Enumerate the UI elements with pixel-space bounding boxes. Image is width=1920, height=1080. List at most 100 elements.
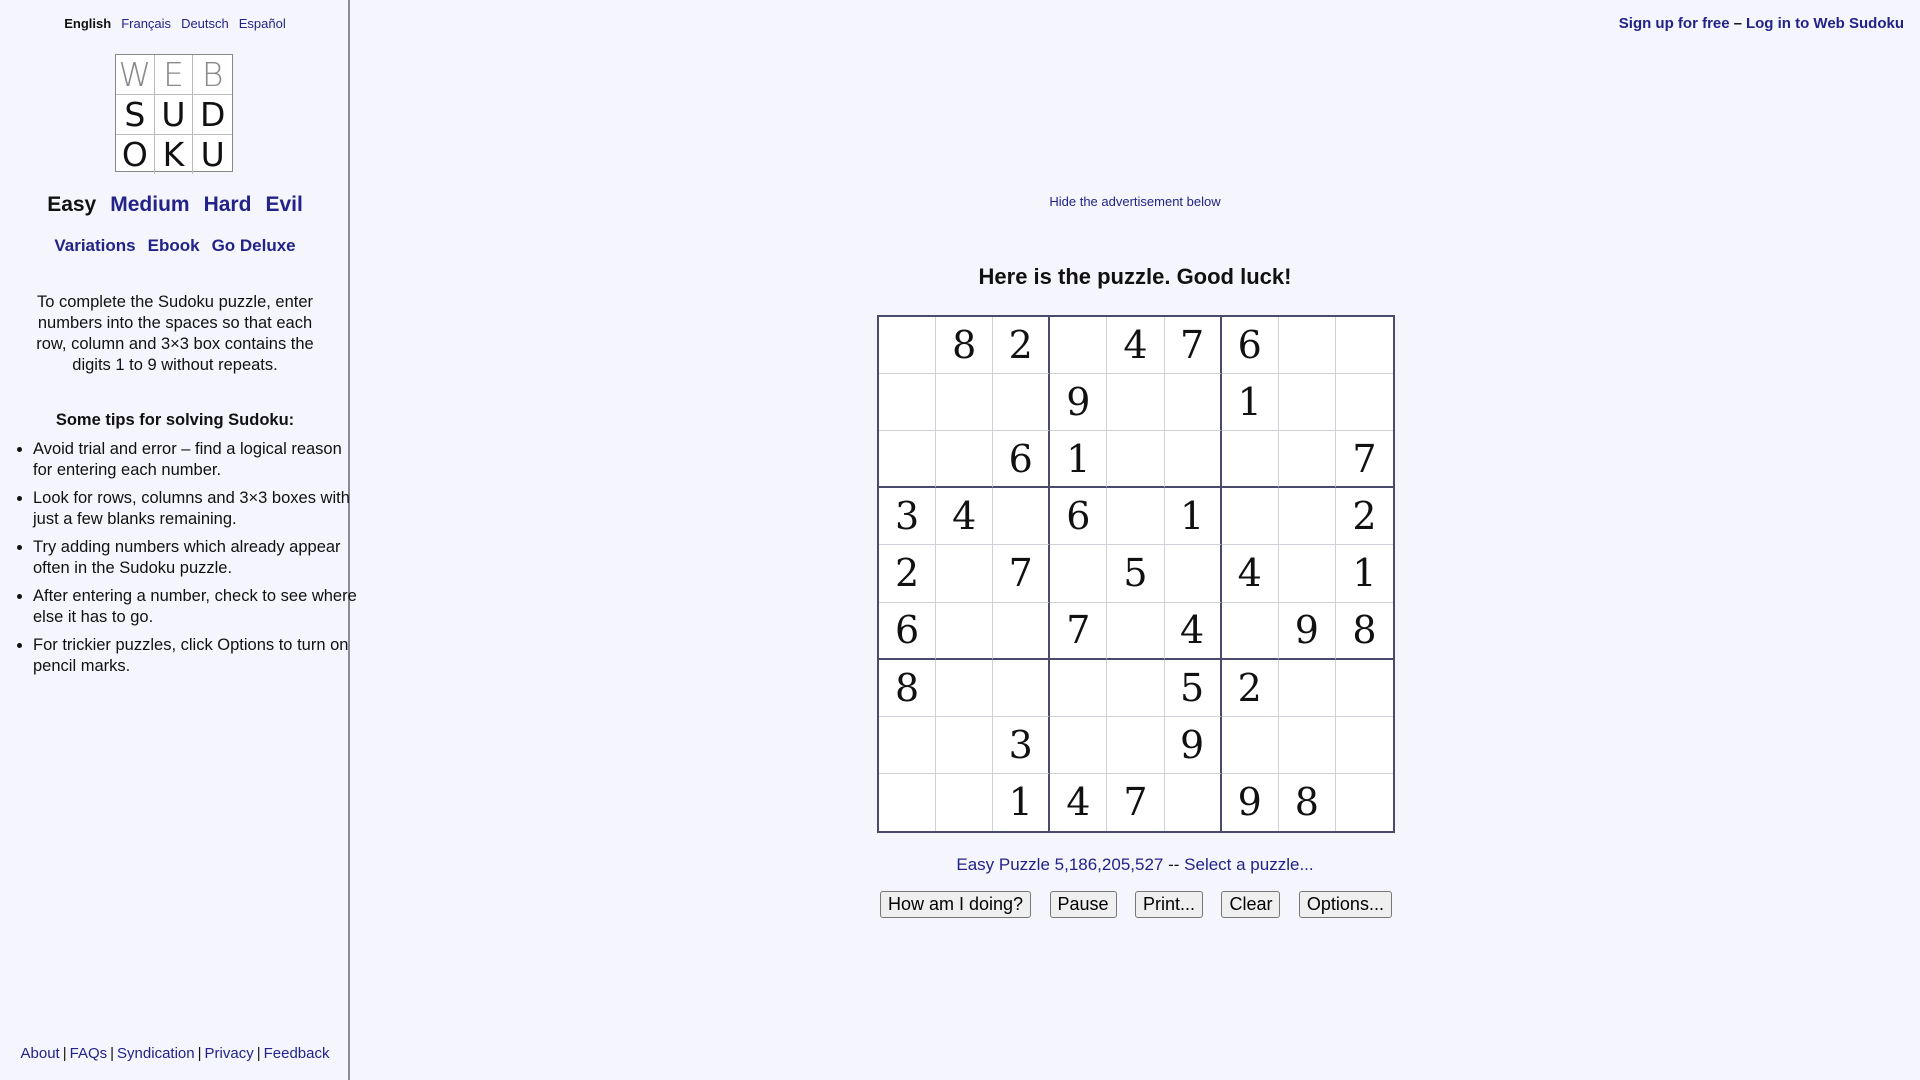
level-evil[interactable]: Evil <box>265 193 302 216</box>
empty-cell[interactable] <box>879 317 937 375</box>
empty-cell[interactable] <box>879 716 937 774</box>
empty-cell[interactable] <box>1050 317 1108 375</box>
empty-cell[interactable] <box>1336 774 1393 831</box>
given-cell: 6 <box>879 602 937 660</box>
empty-cell[interactable] <box>936 431 994 489</box>
tips-title: Some tips for solving Sudoku: <box>55 411 295 429</box>
empty-cell[interactable] <box>1107 659 1165 717</box>
logo-letter: D <box>193 95 232 135</box>
tips-list: Avoid trial and error – find a logical r… <box>13 439 358 684</box>
language-selector: English Français Deutsch Español <box>0 16 350 31</box>
tip-item: Avoid trial and error – find a logical r… <box>33 439 358 481</box>
footer-links: About | FAQs | Syndication | Privacy | Feedback <box>0 1045 350 1062</box>
empty-cell[interactable] <box>1221 716 1279 774</box>
given-cell: 7 <box>1107 773 1165 831</box>
empty-cell[interactable] <box>993 659 1051 717</box>
empty-cell[interactable] <box>1221 602 1279 660</box>
empty-cell[interactable] <box>936 659 994 717</box>
empty-cell[interactable] <box>936 602 994 660</box>
clear-button[interactable]: Clear <box>1221 891 1281 918</box>
empty-cell[interactable] <box>1335 374 1393 432</box>
footer-link-faqs[interactable]: FAQs <box>70 1045 108 1062</box>
link-variations[interactable]: Variations <box>54 236 135 255</box>
puzzle-headline: Here is the puzzle. Good luck! <box>978 264 1292 289</box>
empty-cell[interactable] <box>1278 431 1336 489</box>
empty-cell[interactable] <box>1107 431 1165 489</box>
empty-cell[interactable] <box>936 716 994 774</box>
language-deutsch[interactable]: Deutsch <box>181 16 229 31</box>
hide-ad-link[interactable]: Hide the advertisement below <box>1049 194 1220 209</box>
level-medium[interactable]: Medium <box>110 193 189 216</box>
empty-cell[interactable] <box>1164 374 1222 432</box>
empty-cell[interactable] <box>1335 317 1393 375</box>
empty-cell[interactable] <box>993 374 1051 432</box>
language-fran-ais[interactable]: Français <box>121 16 171 31</box>
footer-separator: | <box>62 1045 67 1062</box>
extra-links: Variations Ebook Go Deluxe <box>0 236 350 256</box>
select-puzzle-link[interactable]: Select a puzzle... <box>1184 855 1313 874</box>
empty-cell[interactable] <box>1221 488 1279 546</box>
given-cell: 2 <box>993 317 1051 375</box>
pause-button[interactable]: Pause <box>1049 891 1117 918</box>
auth-links: Sign up for free – Log in to Web Sudoku <box>1619 15 1904 32</box>
login-link[interactable]: Log in to Web Sudoku <box>1746 15 1904 32</box>
empty-cell[interactable] <box>1278 716 1336 774</box>
empty-cell[interactable] <box>879 431 937 489</box>
empty-cell[interactable] <box>1164 545 1222 603</box>
empty-cell[interactable] <box>1107 716 1165 774</box>
empty-cell[interactable] <box>1050 716 1108 774</box>
auth-dash: – <box>1733 15 1742 32</box>
empty-cell[interactable] <box>1050 659 1108 717</box>
logo-letter: K <box>155 135 194 174</box>
given-cell: 3 <box>879 488 937 546</box>
empty-cell[interactable] <box>1107 374 1165 432</box>
empty-cell[interactable] <box>1050 545 1108 603</box>
empty-cell[interactable] <box>1107 488 1165 546</box>
given-cell: 9 <box>1222 773 1279 831</box>
given-cell: 2 <box>879 545 937 603</box>
empty-cell[interactable] <box>879 374 937 432</box>
footer-separator: | <box>197 1045 202 1062</box>
empty-cell[interactable] <box>1278 317 1336 375</box>
empty-cell[interactable] <box>1107 602 1165 660</box>
empty-cell[interactable] <box>993 488 1051 546</box>
logo-letter: S <box>116 95 155 135</box>
options-button[interactable]: Options... <box>1298 891 1392 918</box>
empty-cell[interactable] <box>1278 659 1336 717</box>
given-cell: 9 <box>1050 374 1108 432</box>
empty-cell[interactable] <box>936 773 994 831</box>
footer-link-feedback[interactable]: Feedback <box>264 1045 330 1062</box>
footer-link-privacy[interactable]: Privacy <box>205 1045 254 1062</box>
difficulty-levels: Easy Medium Hard Evil <box>0 193 350 217</box>
level-easy: Easy <box>47 193 97 216</box>
empty-cell[interactable] <box>1164 431 1222 489</box>
language-espa-ol[interactable]: Español <box>239 16 286 31</box>
signup-link[interactable]: Sign up for free <box>1619 15 1730 32</box>
given-cell: 6 <box>993 431 1051 489</box>
given-cell: 2 <box>1335 488 1393 546</box>
given-cell: 6 <box>1050 488 1108 546</box>
how-am-i-doing-button[interactable]: How am I doing? <box>880 891 1032 918</box>
empty-cell[interactable] <box>936 545 994 603</box>
empty-cell[interactable] <box>1278 488 1336 546</box>
empty-cell[interactable] <box>1278 374 1336 432</box>
empty-cell[interactable] <box>1221 431 1279 489</box>
empty-cell[interactable] <box>1335 660 1393 717</box>
footer-separator: | <box>110 1045 115 1062</box>
empty-cell[interactable] <box>993 602 1051 660</box>
footer-link-syndication[interactable]: Syndication <box>117 1045 195 1062</box>
puzzle-number[interactable]: Easy Puzzle 5,186,205,527 <box>956 855 1163 874</box>
empty-cell[interactable] <box>936 374 994 432</box>
link-go-deluxe[interactable]: Go Deluxe <box>212 236 296 255</box>
empty-cell[interactable] <box>1335 717 1393 774</box>
empty-cell[interactable] <box>1278 545 1336 603</box>
empty-cell[interactable] <box>879 773 937 831</box>
print-button[interactable]: Print... <box>1135 891 1204 918</box>
sudoku-board: 82476916173461227541674988523914798 <box>877 315 1395 833</box>
web-sudoku-logo[interactable]: WEBSUDOKU <box>115 54 233 174</box>
empty-cell[interactable] <box>1165 773 1222 831</box>
footer-link-about[interactable]: About <box>21 1045 60 1062</box>
link-ebook[interactable]: Ebook <box>148 236 200 255</box>
level-hard[interactable]: Hard <box>204 193 252 216</box>
given-cell: 7 <box>1050 602 1108 660</box>
